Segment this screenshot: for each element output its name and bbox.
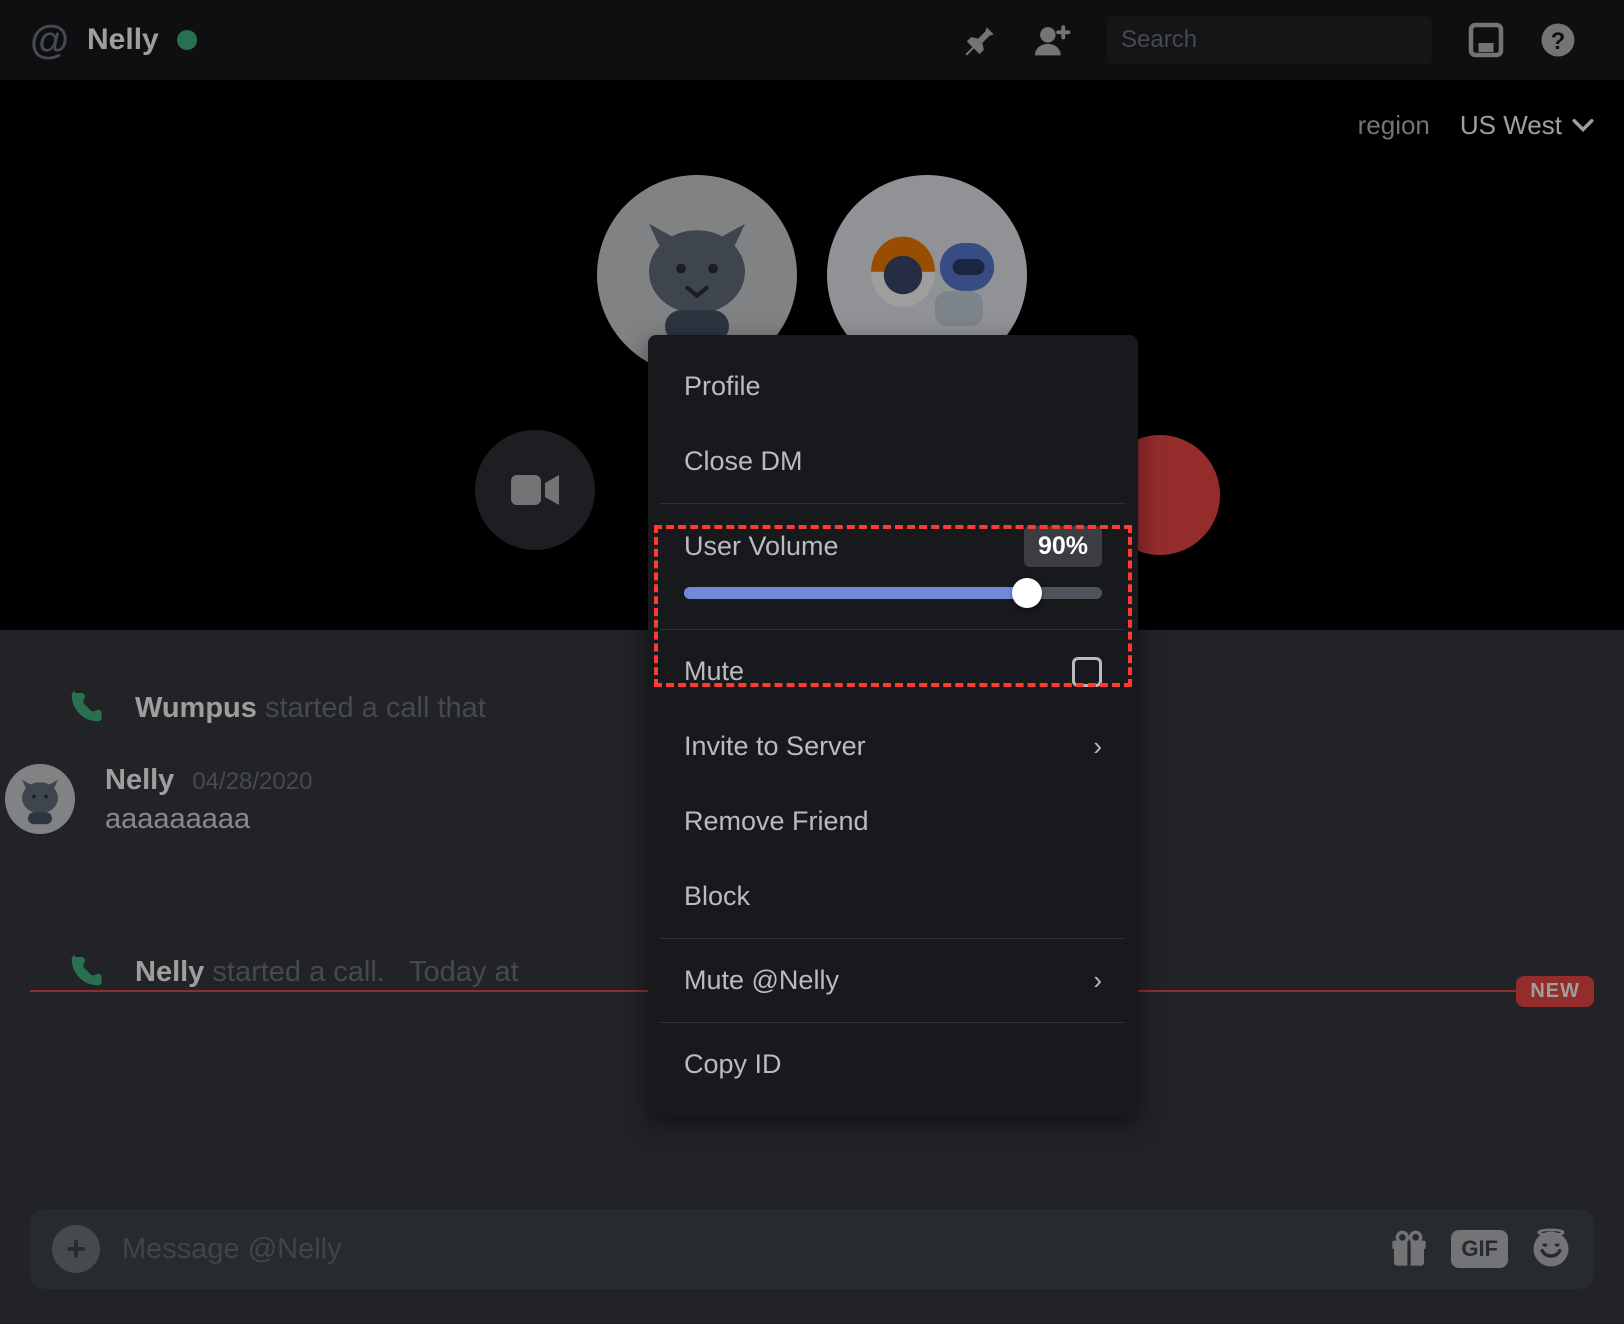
attach-button[interactable]: + bbox=[52, 1225, 100, 1273]
search-input[interactable] bbox=[1121, 26, 1431, 54]
pin-button[interactable] bbox=[963, 22, 999, 58]
volume-slider-thumb[interactable] bbox=[1012, 578, 1042, 608]
menu-invite-server[interactable]: Invite to Server › bbox=[648, 709, 1138, 784]
dm-title: Nelly bbox=[87, 23, 159, 57]
region-row: region US West bbox=[1358, 110, 1594, 141]
inbox-button[interactable] bbox=[1468, 22, 1504, 58]
region-value: US West bbox=[1460, 110, 1562, 141]
menu-block[interactable]: Block bbox=[648, 859, 1138, 934]
menu-remove-friend[interactable]: Remove Friend bbox=[648, 784, 1138, 859]
search-box[interactable] bbox=[1107, 16, 1432, 64]
region-label: region bbox=[1358, 110, 1430, 141]
pin-icon bbox=[964, 23, 998, 57]
robot-avatar-icon bbox=[847, 195, 1007, 355]
phone-icon bbox=[65, 952, 105, 992]
menu-separator bbox=[660, 938, 1126, 939]
mute-checkbox[interactable] bbox=[1072, 657, 1102, 687]
call-event-text: Nelly started a call. Today at bbox=[135, 956, 519, 989]
emoji-icon bbox=[1530, 1228, 1572, 1270]
chevron-right-icon: › bbox=[1093, 731, 1102, 762]
add-friend-button[interactable] bbox=[1035, 22, 1071, 58]
call-user: Wumpus bbox=[135, 692, 257, 724]
message-username[interactable]: Nelly bbox=[105, 764, 174, 797]
message-input[interactable] bbox=[122, 1233, 1367, 1266]
call-event-text: Wumpus started a call that bbox=[135, 692, 486, 725]
help-icon: ? bbox=[1540, 20, 1576, 60]
inbox-icon bbox=[1468, 21, 1504, 59]
volume-label: User Volume bbox=[684, 531, 839, 562]
call-time: Today at bbox=[409, 956, 519, 988]
at-icon: @ bbox=[30, 18, 69, 63]
help-button[interactable]: ? bbox=[1540, 22, 1576, 58]
gif-button[interactable]: GIF bbox=[1451, 1230, 1508, 1268]
region-selector[interactable]: US West bbox=[1460, 110, 1594, 141]
menu-copy-id[interactable]: Copy ID bbox=[648, 1027, 1138, 1102]
message-date: 04/28/2020 bbox=[192, 768, 312, 796]
chevron-right-icon: › bbox=[1093, 965, 1102, 996]
menu-separator bbox=[660, 629, 1126, 630]
volume-slider-fill bbox=[684, 587, 1027, 599]
call-user: Nelly bbox=[135, 956, 204, 988]
emoji-button[interactable] bbox=[1530, 1228, 1572, 1270]
status-online-icon bbox=[177, 30, 197, 50]
menu-close-dm[interactable]: Close DM bbox=[648, 424, 1138, 499]
menu-mute[interactable]: Mute bbox=[648, 634, 1138, 709]
add-friend-icon bbox=[1035, 23, 1071, 57]
video-icon bbox=[511, 473, 559, 507]
message-avatar[interactable] bbox=[5, 764, 75, 834]
cat-avatar-icon bbox=[10, 769, 70, 829]
volume-value: 90% bbox=[1024, 526, 1102, 567]
menu-mute-user[interactable]: Mute @Nelly › bbox=[648, 943, 1138, 1018]
svg-text:?: ? bbox=[1551, 28, 1566, 55]
chevron-down-icon bbox=[1572, 119, 1594, 133]
menu-profile[interactable]: Profile bbox=[648, 349, 1138, 424]
call-rest: started a call. bbox=[212, 956, 384, 988]
volume-slider[interactable] bbox=[684, 587, 1102, 599]
gift-icon bbox=[1389, 1229, 1429, 1269]
menu-user-volume: User Volume 90% bbox=[648, 508, 1138, 625]
video-button[interactable] bbox=[475, 430, 595, 550]
gift-button[interactable] bbox=[1389, 1229, 1429, 1269]
user-context-menu: Profile Close DM User Volume 90% Mute In… bbox=[648, 335, 1138, 1116]
gif-label: GIF bbox=[1451, 1230, 1508, 1268]
phone-icon bbox=[65, 688, 105, 728]
cat-avatar-icon bbox=[617, 195, 777, 355]
header-bar: @ Nelly ? bbox=[0, 0, 1624, 80]
call-rest: started a call that bbox=[265, 692, 486, 724]
compose-bar: + GIF bbox=[30, 1209, 1594, 1289]
menu-separator bbox=[660, 503, 1126, 504]
new-badge: NEW bbox=[1516, 976, 1594, 1007]
menu-separator bbox=[660, 1022, 1126, 1023]
message-content: aaaaaaaaa bbox=[105, 803, 312, 836]
